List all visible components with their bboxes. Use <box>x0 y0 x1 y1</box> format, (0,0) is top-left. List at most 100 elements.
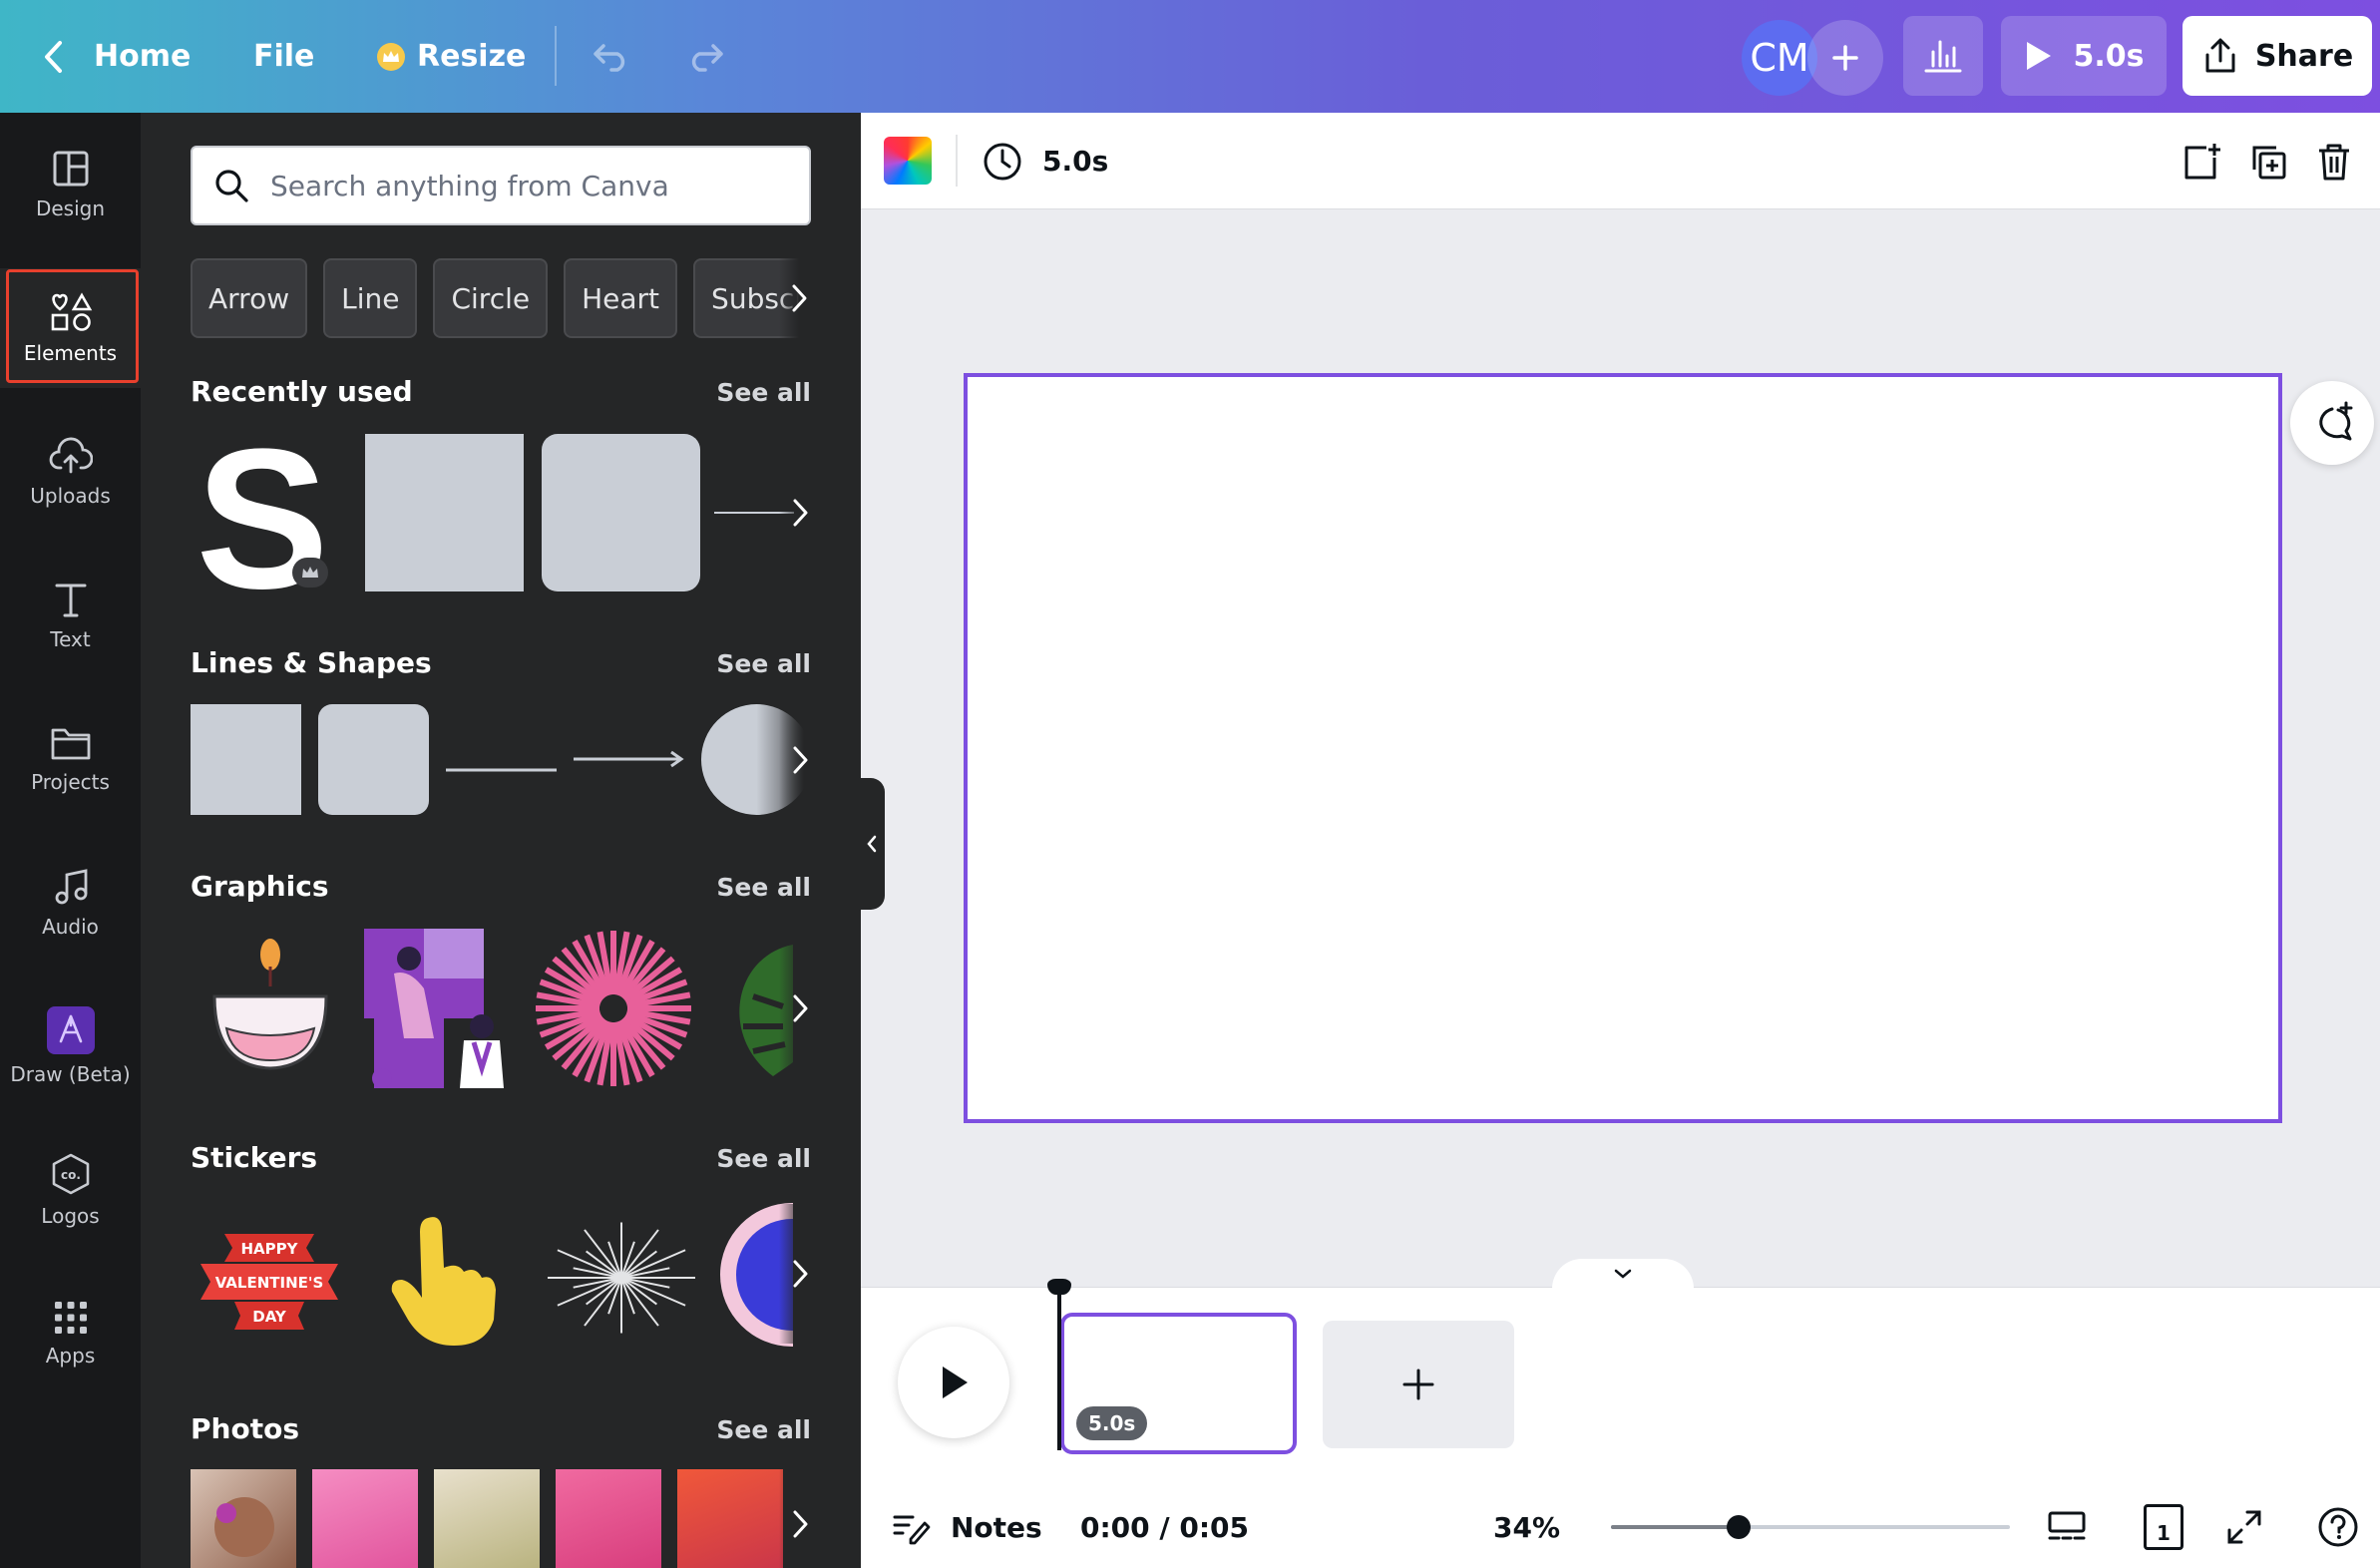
photo-thumb-2[interactable] <box>312 1469 418 1568</box>
fullscreen-expand-icon[interactable] <box>2221 1504 2267 1550</box>
clock-icon <box>984 143 1021 180</box>
chevron-left-icon <box>867 835 877 853</box>
graphic-candle[interactable] <box>197 927 344 1084</box>
graphics-scroll-right-icon[interactable] <box>779 929 821 1088</box>
undo-icon[interactable] <box>589 0 634 113</box>
delete-page-icon[interactable] <box>2311 139 2357 185</box>
zoom-slider-fill <box>1611 1525 1739 1529</box>
duplicate-page-icon[interactable] <box>2245 139 2291 185</box>
zoom-percentage[interactable]: 34% <box>1493 1486 1560 1568</box>
plus-icon <box>1402 1369 1434 1400</box>
recent-square[interactable] <box>365 434 524 591</box>
sticker-valentines[interactable]: HAPPY VALENTINE'S DAY <box>195 1204 344 1344</box>
chip-arrow[interactable]: Arrow <box>191 258 308 338</box>
design-layout-icon <box>53 151 88 187</box>
see-all-recently-used[interactable]: See all <box>716 378 811 407</box>
stickers-scroll-right-icon[interactable] <box>779 1204 821 1344</box>
apps-grid-icon <box>54 1302 87 1334</box>
shape-line[interactable] <box>446 757 557 772</box>
rail-item-text[interactable]: Text <box>0 556 141 675</box>
photo-thumb-1[interactable] <box>191 1469 296 1568</box>
collapse-panel-button[interactable] <box>859 778 885 910</box>
timeline-add-page-button[interactable] <box>1323 1321 1514 1448</box>
present-play-button[interactable]: 5.0s <box>2001 16 2167 96</box>
search-icon <box>215 170 248 202</box>
timeline-clip[interactable]: 5.0s <box>1060 1313 1297 1454</box>
suggestion-chips: Arrow Line Circle Heart Subscrib <box>191 258 811 338</box>
photos-scroll-right-icon[interactable] <box>779 1469 821 1568</box>
chips-scroll-right-icon[interactable] <box>779 258 819 338</box>
redo-icon[interactable] <box>682 0 728 113</box>
share-button[interactable]: Share <box>2182 16 2372 96</box>
see-all-photos[interactable]: See all <box>716 1415 811 1444</box>
user-avatar[interactable]: CM <box>1742 20 1817 96</box>
chip-circle[interactable]: Circle <box>433 258 549 338</box>
playhead-line[interactable] <box>1057 1281 1061 1450</box>
photo-thumb-5[interactable] <box>677 1469 783 1568</box>
sticker-pointing-hand[interactable] <box>378 1208 508 1348</box>
rail-item-logos[interactable]: co. Logos <box>0 1130 141 1250</box>
rail-item-audio[interactable]: Audio <box>0 843 141 963</box>
shape-rounded-square[interactable] <box>318 704 429 815</box>
timeline-collapse-toggle[interactable] <box>1552 1259 1694 1289</box>
candle-graphic-icon <box>212 939 328 1070</box>
graphic-couple-illustration[interactable] <box>364 929 524 1088</box>
add-page-icon[interactable] <box>2178 139 2223 185</box>
search-box[interactable] <box>191 146 811 225</box>
rail-label-logos: Logos <box>41 1204 100 1228</box>
timeline-play-button[interactable] <box>898 1327 1009 1438</box>
text-T-icon <box>55 584 86 617</box>
background-color-swatch[interactable] <box>884 137 932 185</box>
rail-item-apps[interactable]: Apps <box>0 1274 141 1393</box>
svg-text:VALENTINE'S: VALENTINE'S <box>215 1274 324 1292</box>
duration-label: 5.0s <box>1042 145 1109 178</box>
page-count-button[interactable]: 1 <box>2144 1504 2183 1550</box>
resize-button[interactable]: Resize <box>377 0 526 113</box>
rail-item-design[interactable]: Design <box>0 125 141 244</box>
svg-text:HAPPY: HAPPY <box>240 1240 298 1258</box>
playhead-handle[interactable] <box>1047 1279 1071 1295</box>
zoom-slider-handle[interactable] <box>1727 1515 1751 1539</box>
insights-button[interactable] <box>1903 16 1983 96</box>
rail-label-design: Design <box>35 196 106 220</box>
grid-view-icon[interactable] <box>2044 1504 2090 1550</box>
elements-panel: Arrow Line Circle Heart Subscrib Recentl… <box>141 113 861 1568</box>
recent-scroll-right-icon[interactable] <box>779 434 821 591</box>
photo-thumb-3[interactable] <box>434 1469 540 1568</box>
recent-letter-s[interactable]: S <box>196 408 328 630</box>
draw-pen-icon <box>46 1006 95 1054</box>
white-starburst-icon <box>548 1222 695 1334</box>
see-all-graphics[interactable]: See all <box>716 873 811 902</box>
rail-item-projects[interactable]: Projects <box>0 699 141 819</box>
design-page-canvas[interactable] <box>964 373 2282 1123</box>
rail-item-uploads[interactable]: Uploads <box>0 412 141 532</box>
recent-rounded-square[interactable] <box>542 434 700 591</box>
see-all-stickers[interactable]: See all <box>716 1144 811 1173</box>
play-duration-label: 5.0s <box>2073 38 2145 74</box>
search-input[interactable] <box>270 169 789 202</box>
notes-button[interactable]: Notes <box>891 1486 1042 1568</box>
cloud-upload-icon <box>49 437 93 474</box>
file-menu-button[interactable]: File <box>253 0 314 113</box>
help-icon[interactable] <box>2315 1504 2361 1550</box>
footer-bar: Notes 0:00 / 0:05 34% 1 <box>861 1486 2380 1568</box>
zoom-slider[interactable] <box>1611 1515 2010 1539</box>
add-comment-button[interactable] <box>2290 381 2374 465</box>
back-chevron-icon[interactable] <box>36 0 70 113</box>
duration-button[interactable]: 5.0s <box>983 113 1108 209</box>
graphic-sunburst[interactable] <box>534 929 693 1088</box>
rail-item-draw[interactable]: Draw (Beta) <box>0 986 141 1106</box>
photo-thumb-4[interactable] <box>556 1469 661 1568</box>
add-collaborator-button[interactable] <box>1807 20 1883 96</box>
home-button[interactable]: Home <box>94 0 191 113</box>
premium-crown-icon <box>292 558 328 588</box>
chip-line[interactable]: Line <box>323 258 418 338</box>
shape-arrow-line[interactable] <box>574 747 684 771</box>
see-all-lines-shapes[interactable]: See all <box>716 649 811 678</box>
share-upload-icon <box>2205 38 2235 73</box>
music-note-icon <box>55 869 87 905</box>
chip-heart[interactable]: Heart <box>564 258 678 338</box>
shape-square[interactable] <box>191 704 301 815</box>
sticker-starburst[interactable] <box>542 1218 701 1338</box>
shapes-scroll-right-icon[interactable] <box>779 704 821 815</box>
